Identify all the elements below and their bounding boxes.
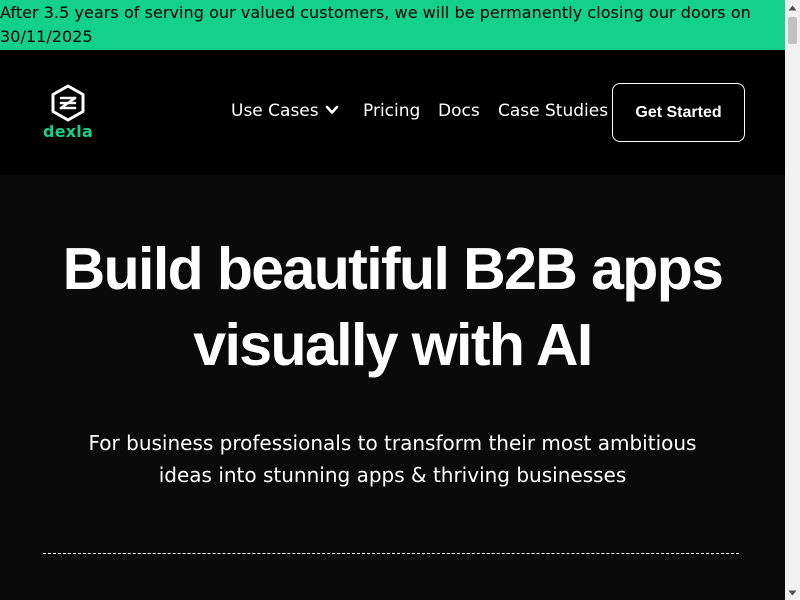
logo-link[interactable]: dexla <box>42 84 94 144</box>
scrollbar-thumb[interactable] <box>788 17 797 44</box>
nav-pricing-link[interactable]: Pricing <box>363 101 420 121</box>
nav-use-cases-label: Use Cases <box>231 101 319 121</box>
banner-text: After 3.5 years of serving our valued cu… <box>0 3 751 46</box>
dashed-divider <box>43 553 739 554</box>
closing-announcement-banner: After 3.5 years of serving our valued cu… <box>0 0 785 50</box>
hero-section: Build beautiful B2B apps visually with A… <box>0 175 785 600</box>
top-navbar: dexla Use Cases Pricing Docs Case Studie… <box>0 50 785 175</box>
nav-docs-link[interactable]: Docs <box>438 101 480 121</box>
scroll-up-arrow-icon <box>788 5 797 10</box>
nav-use-cases-dropdown[interactable]: Use Cases <box>231 101 339 121</box>
get-started-button[interactable]: Get Started <box>612 83 745 142</box>
logo-wordmark: dexla <box>43 122 93 141</box>
scroll-down-button[interactable] <box>785 585 800 600</box>
hero-subtitle: For business professionals to transform … <box>88 431 697 487</box>
get-started-label: Get Started <box>635 103 722 121</box>
scroll-down-arrow-icon <box>788 590 797 595</box>
page: After 3.5 years of serving our valued cu… <box>0 0 785 600</box>
scroll-up-button[interactable] <box>785 0 800 15</box>
vertical-scrollbar[interactable] <box>785 0 800 600</box>
nav-case-studies-link[interactable]: Case Studies <box>498 101 608 121</box>
chevron-down-icon <box>325 105 338 114</box>
hero-title: Build beautiful B2B apps visually with A… <box>62 236 724 378</box>
dexla-hexagon-logo-icon <box>51 84 85 122</box>
